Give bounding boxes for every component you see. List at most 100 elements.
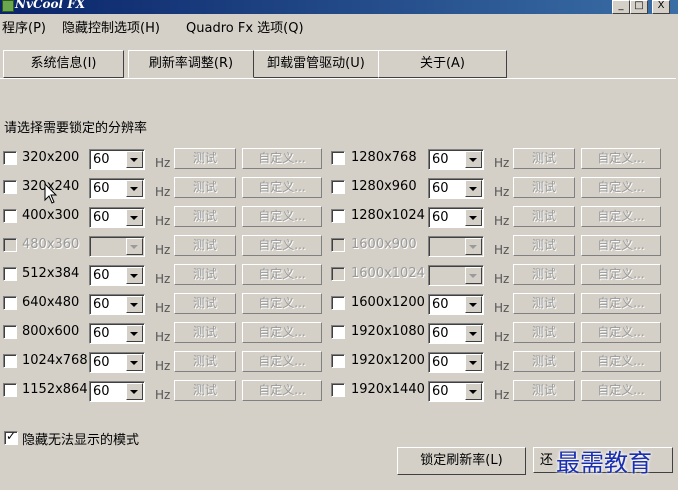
- hz-label: Hz: [155, 214, 171, 228]
- chevron-down-icon[interactable]: [465, 325, 482, 342]
- custom-button: 自定义...: [242, 351, 322, 372]
- window-title: NvCool FX: [15, 0, 86, 11]
- refresh-rate-select[interactable]: 60: [89, 381, 145, 402]
- resolution-label: 1920x1440: [351, 382, 425, 397]
- resolution-checkbox[interactable]: [3, 209, 17, 223]
- maximize-button[interactable]: □: [630, 0, 648, 14]
- hz-label: Hz: [155, 156, 171, 170]
- chevron-down-icon[interactable]: [126, 325, 143, 342]
- custom-button: 自定义...: [581, 264, 661, 285]
- resolution-label: 320x200: [22, 150, 80, 165]
- chevron-down-icon[interactable]: [126, 354, 143, 371]
- refresh-rate-select[interactable]: 60: [89, 149, 145, 170]
- resolution-label: 1280x960: [351, 179, 417, 194]
- resolution-label: 1152x864: [22, 382, 88, 397]
- close-button[interactable]: X: [652, 0, 670, 14]
- hz-label: Hz: [155, 330, 171, 344]
- resolution-checkbox[interactable]: [331, 296, 345, 310]
- refresh-rate-value: 60: [93, 355, 110, 370]
- resolution-label: 640x480: [22, 295, 80, 310]
- minimize-button[interactable]: _: [612, 0, 630, 14]
- chevron-down-icon[interactable]: [126, 296, 143, 313]
- resolution-checkbox[interactable]: [3, 383, 17, 397]
- resolution-checkbox[interactable]: [3, 325, 17, 339]
- refresh-rate-select[interactable]: 60: [428, 149, 484, 170]
- chevron-down-icon[interactable]: [126, 267, 143, 284]
- resolution-checkbox[interactable]: [3, 354, 17, 368]
- resolution-checkbox[interactable]: [331, 383, 345, 397]
- resolution-checkbox[interactable]: [331, 325, 345, 339]
- refresh-rate-select[interactable]: 60: [428, 323, 484, 344]
- chevron-down-icon[interactable]: [126, 209, 143, 226]
- menu-program[interactable]: 程序(P): [2, 17, 46, 36]
- hz-label: Hz: [494, 156, 510, 170]
- app-icon: [2, 0, 14, 12]
- custom-button: 自定义...: [581, 351, 661, 372]
- resolution-checkbox: [3, 238, 17, 252]
- refresh-rate-select[interactable]: 60: [89, 294, 145, 315]
- resolution-label: 800x600: [22, 324, 80, 339]
- resolution-checkbox[interactable]: [331, 180, 345, 194]
- test-button: 测试: [513, 322, 575, 343]
- section-title: 请选择需要锁定的分辨率: [4, 121, 148, 136]
- refresh-rate-select[interactable]: 60: [89, 265, 145, 286]
- resolution-checkbox[interactable]: [331, 151, 345, 165]
- refresh-rate-select[interactable]: 60: [428, 294, 484, 315]
- refresh-rate-value: 60: [432, 152, 449, 167]
- tab-system-info[interactable]: 系统信息(I): [3, 50, 124, 78]
- chevron-down-icon[interactable]: [465, 151, 482, 168]
- refresh-rate-select[interactable]: 60: [89, 352, 145, 373]
- test-button: 测试: [174, 206, 236, 227]
- refresh-rate-select[interactable]: 60: [428, 207, 484, 228]
- mouse-cursor-icon: [44, 183, 58, 204]
- hide-unavailable-checkbox[interactable]: ✓: [4, 429, 18, 445]
- refresh-rate-select[interactable]: 60: [89, 207, 145, 228]
- refresh-rate-select[interactable]: 60: [428, 381, 484, 402]
- refresh-rate-value: 60: [432, 355, 449, 370]
- custom-button: 自定义...: [581, 206, 661, 227]
- tab-uninstall-driver[interactable]: 卸载雷管驱动(U): [253, 50, 379, 78]
- resolution-checkbox: [331, 238, 345, 252]
- resolution-checkbox[interactable]: [331, 209, 345, 223]
- refresh-rate-value: 60: [432, 297, 449, 312]
- resolution-checkbox[interactable]: [331, 354, 345, 368]
- chevron-down-icon[interactable]: [465, 180, 482, 197]
- chevron-down-icon[interactable]: [465, 354, 482, 371]
- refresh-rate-value: 60: [93, 210, 110, 225]
- hz-label: Hz: [494, 214, 510, 228]
- refresh-rate-select: [89, 236, 145, 257]
- refresh-rate-select[interactable]: 60: [428, 352, 484, 373]
- tab-about[interactable]: 关于(A): [378, 50, 507, 78]
- title-bar: NvCool FX _ □ X: [0, 0, 678, 14]
- refresh-rate-select[interactable]: 60: [89, 323, 145, 344]
- lock-refresh-button[interactable]: 锁定刷新率(L): [397, 447, 526, 475]
- test-button: 测试: [174, 351, 236, 372]
- resolution-label: 1024x768: [22, 353, 88, 368]
- menu-quadro-options[interactable]: Quadro Fx 选项(Q): [186, 17, 304, 36]
- test-button: 测试: [513, 380, 575, 401]
- resolution-checkbox[interactable]: [3, 180, 17, 194]
- refresh-rate-select[interactable]: 60: [89, 178, 145, 199]
- refresh-rate-value: 60: [432, 181, 449, 196]
- chevron-down-icon[interactable]: [465, 209, 482, 226]
- resolution-label: 1600x900: [351, 237, 417, 252]
- refresh-rate-value: 60: [93, 181, 110, 196]
- resolution-checkbox[interactable]: [3, 151, 17, 165]
- test-button: 测试: [513, 351, 575, 372]
- refresh-rate-select[interactable]: 60: [428, 178, 484, 199]
- chevron-down-icon[interactable]: [126, 151, 143, 168]
- tab-refresh-rate[interactable]: 刷新率调整(R): [128, 50, 254, 78]
- resolution-checkbox[interactable]: [3, 296, 17, 310]
- hz-label: Hz: [494, 243, 510, 257]
- resolution-checkbox: [331, 267, 345, 281]
- chevron-down-icon[interactable]: [465, 383, 482, 400]
- chevron-down-icon[interactable]: [126, 180, 143, 197]
- chevron-down-icon[interactable]: [126, 383, 143, 400]
- hz-label: Hz: [494, 388, 510, 402]
- chevron-down-icon[interactable]: [465, 296, 482, 313]
- resolution-checkbox[interactable]: [3, 267, 17, 281]
- test-button: 测试: [174, 177, 236, 198]
- test-button: 测试: [513, 264, 575, 285]
- hz-label: Hz: [494, 330, 510, 344]
- menu-hide-controls[interactable]: 隐藏控制选项(H): [62, 17, 160, 36]
